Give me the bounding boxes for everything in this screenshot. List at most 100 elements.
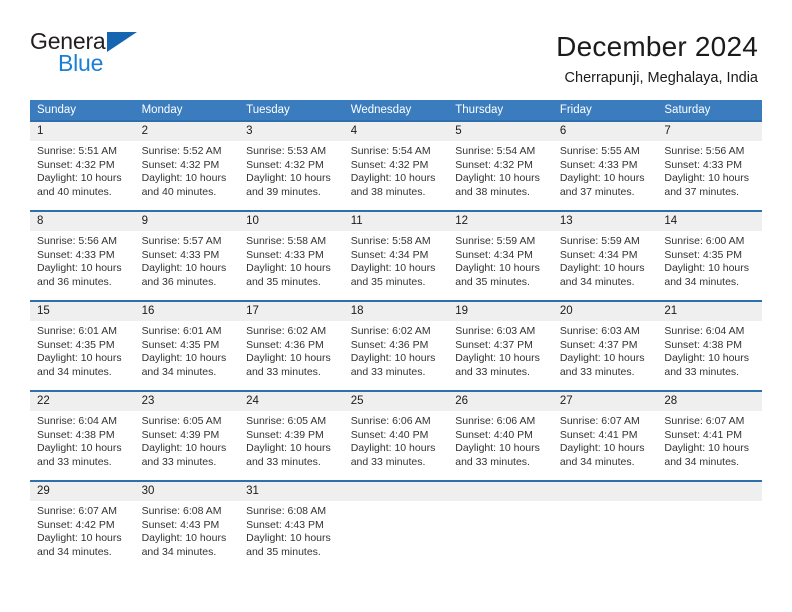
calendar-week-row: 22 Sunrise: 6:04 AM Sunset: 4:38 PM Dayligh… [30, 390, 762, 481]
sunset-text: Sunset: 4:34 PM [559, 248, 638, 261]
daylight-text-line2: and 39 minutes. [246, 185, 321, 198]
sunset-text: Sunset: 4:34 PM [350, 248, 429, 261]
calendar-body: 1 Sunrise: 5:51 AM Sunset: 4:32 PM Daylight… [30, 120, 762, 571]
calendar-day-cell[interactable]: 12 Sunrise: 5:59 AM Sunset: 4:34 PM Dayligh… [448, 210, 553, 301]
calendar-day-cell[interactable]: 26 Sunrise: 6:06 AM Sunset: 4:40 PM Dayligh… [448, 390, 553, 481]
calendar-day-cell[interactable]: 27 Sunrise: 6:07 AM Sunset: 4:41 PM Dayligh… [552, 390, 658, 481]
day-number: 8 [30, 212, 135, 231]
calendar-day-cell[interactable]: 24 Sunrise: 6:05 AM Sunset: 4:39 PM Dayligh… [239, 390, 344, 481]
sunrise-text: Sunrise: 6:08 AM [141, 505, 222, 517]
calendar-day-cell[interactable]: 22 Sunrise: 6:04 AM Sunset: 4:38 PM Dayligh… [30, 390, 135, 481]
sunset-text: Sunset: 4:39 PM [246, 428, 324, 441]
sunset-text: Sunset: 4:40 PM [350, 428, 429, 441]
daylight-text-line2: and 35 minutes. [246, 275, 321, 288]
sunrise-text: Sunrise: 5:51 AM [37, 145, 117, 157]
calendar-day-cell[interactable]: 10 Sunrise: 5:58 AM Sunset: 4:33 PM Dayligh… [239, 210, 344, 301]
daylight-text-line1: Daylight: 10 hours [350, 442, 436, 455]
sunset-text: Sunset: 4:41 PM [664, 428, 743, 441]
calendar-day-cell[interactable]: 17 Sunrise: 6:02 AM Sunset: 4:36 PM Dayligh… [239, 300, 344, 391]
sunrise-text: Sunrise: 6:08 AM [246, 505, 327, 517]
day-details: Sunrise: 5:59 AM Sunset: 4:34 PM Daylight:… [448, 231, 553, 289]
sunset-text: Sunset: 4:38 PM [37, 428, 115, 441]
day-details: Sunrise: 5:54 AM Sunset: 4:32 PM Daylight:… [448, 141, 553, 199]
calendar-day-cell[interactable]: 14 Sunrise: 6:00 AM Sunset: 4:35 PM Dayligh… [657, 210, 762, 301]
sunset-text: Sunset: 4:37 PM [455, 338, 533, 351]
calendar-day-cell[interactable]: 9 Sunrise: 5:57 AM Sunset: 4:33 PM Daylight… [134, 210, 240, 301]
daylight-text-line2: and 35 minutes. [246, 545, 321, 558]
daylight-text-line2: and 33 minutes. [246, 455, 321, 468]
calendar-day-cell[interactable]: 2 Sunrise: 5:52 AM Sunset: 4:32 PM Daylight… [134, 120, 240, 211]
calendar-day-cell[interactable]: 15 Sunrise: 6:01 AM Sunset: 4:35 PM Dayligh… [30, 300, 135, 391]
calendar-day-cell[interactable]: 6 Sunrise: 5:55 AM Sunset: 4:33 PM Daylight… [552, 120, 658, 211]
sunset-text: Sunset: 4:42 PM [37, 518, 115, 531]
daylight-text-line2: and 40 minutes. [37, 185, 112, 198]
calendar-day-cell[interactable]: 11 Sunrise: 5:58 AM Sunset: 4:34 PM Dayligh… [343, 210, 449, 301]
daylight-text-line2: and 37 minutes. [559, 185, 635, 198]
day-details: Sunrise: 6:07 AM Sunset: 4:42 PM Daylight:… [30, 501, 135, 559]
sunset-text: Sunset: 4:33 PM [664, 158, 743, 171]
day-number: 27 [552, 392, 658, 411]
day-number: 23 [134, 392, 240, 411]
day-number: 6 [552, 122, 658, 141]
calendar-day-cell[interactable]: 1 Sunrise: 5:51 AM Sunset: 4:32 PM Daylight… [30, 120, 135, 211]
daylight-text-line1: Daylight: 10 hours [246, 262, 331, 275]
daylight-text-line1: Daylight: 10 hours [37, 262, 122, 275]
sunrise-text: Sunrise: 6:07 AM [664, 415, 745, 427]
generalblue-logo[interactable]: General Blue [30, 28, 150, 84]
daylight-text-line1: Daylight: 10 hours [455, 262, 540, 275]
day-number: 5 [448, 122, 553, 141]
weekday-header-wednesday: Wednesday [343, 100, 449, 121]
calendar-day-cell[interactable]: 5 Sunrise: 5:54 AM Sunset: 4:32 PM Daylight… [448, 120, 553, 211]
daylight-text-line1: Daylight: 10 hours [559, 442, 645, 455]
calendar-day-cell[interactable]: 20 Sunrise: 6:03 AM Sunset: 4:37 PM Dayligh… [552, 300, 658, 391]
sunrise-text: Sunrise: 6:04 AM [664, 325, 745, 337]
calendar-day-cell[interactable]: 13 Sunrise: 5:59 AM Sunset: 4:34 PM Dayligh… [552, 210, 658, 301]
calendar-day-cell[interactable]: 25 Sunrise: 6:06 AM Sunset: 4:40 PM Dayligh… [343, 390, 449, 481]
sunset-text: Sunset: 4:35 PM [141, 338, 220, 351]
sunset-text: Sunset: 4:32 PM [455, 158, 533, 171]
calendar-day-cell[interactable]: 4 Sunrise: 5:54 AM Sunset: 4:32 PM Daylight… [343, 120, 449, 211]
day-number: 22 [30, 392, 135, 411]
sunrise-text: Sunrise: 6:06 AM [455, 415, 536, 427]
daylight-text-line2: and 33 minutes. [559, 365, 635, 378]
calendar-day-cell[interactable]: 30 Sunrise: 6:08 AM Sunset: 4:43 PM Dayligh… [134, 480, 240, 571]
day-details: Sunrise: 6:03 AM Sunset: 4:37 PM Daylight:… [553, 321, 658, 379]
calendar-day-cell[interactable]: 3 Sunrise: 5:53 AM Sunset: 4:32 PM Daylight… [239, 120, 344, 211]
daylight-text-line2: and 33 minutes. [664, 365, 740, 378]
calendar-day-cell[interactable]: 23 Sunrise: 6:05 AM Sunset: 4:39 PM Dayligh… [134, 390, 240, 481]
weekday-header-saturday: Saturday [657, 100, 762, 121]
calendar-day-cell[interactable]: 19 Sunrise: 6:03 AM Sunset: 4:37 PM Dayligh… [448, 300, 553, 391]
daylight-text-line1: Daylight: 10 hours [559, 352, 645, 365]
calendar-day-cell[interactable]: 18 Sunrise: 6:02 AM Sunset: 4:36 PM Dayligh… [343, 300, 449, 391]
daylight-text-line2: and 40 minutes. [141, 185, 217, 198]
daylight-text-line2: and 33 minutes. [37, 455, 112, 468]
day-number: 20 [552, 302, 658, 321]
daylight-text-line1: Daylight: 10 hours [37, 352, 122, 365]
day-number: 18 [343, 302, 449, 321]
sunset-text: Sunset: 4:35 PM [664, 248, 743, 261]
daylight-text-line2: and 37 minutes. [664, 185, 740, 198]
sunrise-text: Sunrise: 5:57 AM [141, 235, 222, 247]
calendar-day-cell[interactable]: 31 Sunrise: 6:08 AM Sunset: 4:43 PM Dayligh… [239, 480, 344, 571]
daylight-text-line1: Daylight: 10 hours [141, 172, 227, 185]
day-number: 13 [552, 212, 658, 231]
calendar-week-row: 15 Sunrise: 6:01 AM Sunset: 4:35 PM Dayligh… [30, 300, 762, 391]
day-details: Sunrise: 6:08 AM Sunset: 4:43 PM Daylight:… [135, 501, 240, 559]
sunrise-text: Sunrise: 6:07 AM [559, 415, 640, 427]
page-header: General Blue December 2024 Cherrapunji, … [0, 0, 792, 100]
calendar-day-cell[interactable]: 28 Sunrise: 6:07 AM Sunset: 4:41 PM Dayligh… [657, 390, 762, 481]
calendar-day-cell[interactable]: 21 Sunrise: 6:04 AM Sunset: 4:38 PM Dayligh… [657, 300, 762, 391]
day-details: Sunrise: 6:06 AM Sunset: 4:40 PM Daylight:… [448, 411, 553, 469]
daylight-text-line2: and 33 minutes. [246, 365, 321, 378]
day-details: Sunrise: 5:55 AM Sunset: 4:33 PM Daylight:… [553, 141, 658, 199]
daylight-text-line2: and 35 minutes. [350, 275, 426, 288]
calendar-day-cell[interactable]: 29 Sunrise: 6:07 AM Sunset: 4:42 PM Dayligh… [30, 480, 135, 571]
title-block: December 2024 Cherrapunji, Meghalaya, In… [556, 28, 758, 89]
daylight-text-line2: and 35 minutes. [455, 275, 530, 288]
calendar-day-cell[interactable]: 8 Sunrise: 5:56 AM Sunset: 4:33 PM Daylight… [30, 210, 135, 301]
calendar-day-cell[interactable]: 7 Sunrise: 5:56 AM Sunset: 4:33 PM Daylight… [657, 120, 762, 211]
sunset-text: Sunset: 4:35 PM [37, 338, 115, 351]
calendar-day-cell[interactable]: 16 Sunrise: 6:01 AM Sunset: 4:35 PM Dayligh… [134, 300, 240, 391]
day-details: Sunrise: 5:56 AM Sunset: 4:33 PM Daylight:… [30, 231, 135, 289]
sunset-text: Sunset: 4:32 PM [350, 158, 429, 171]
